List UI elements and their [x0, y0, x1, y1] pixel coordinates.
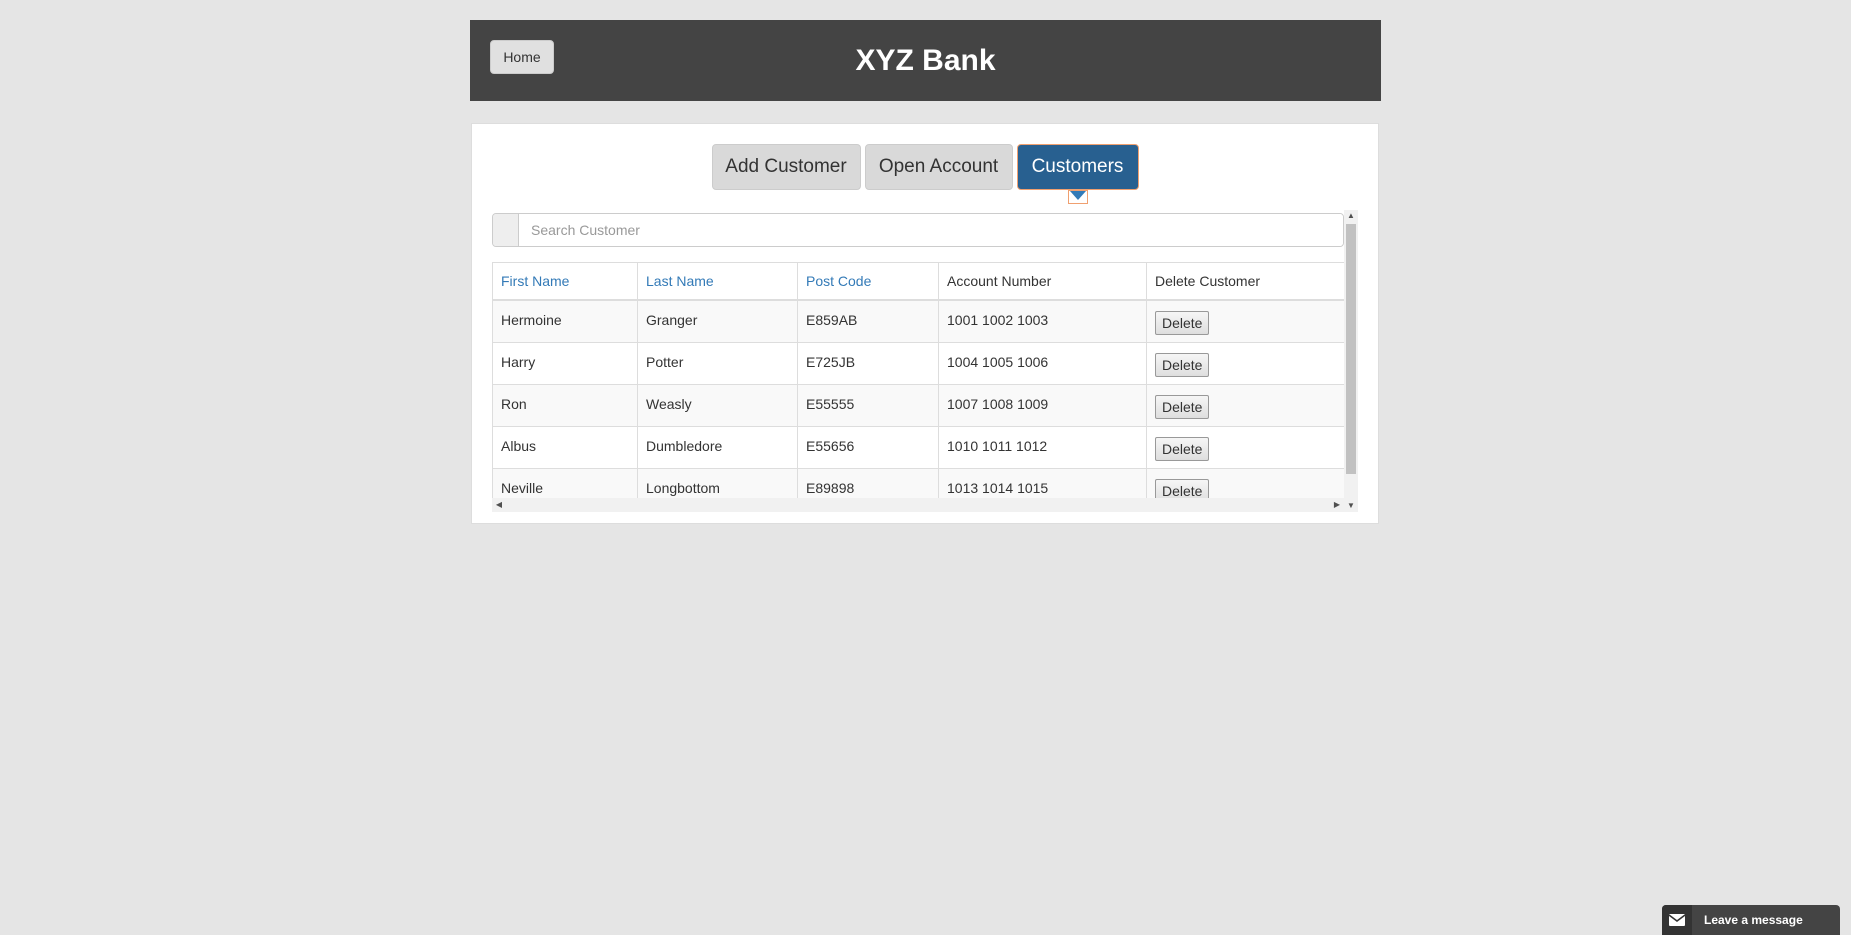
scroll-up-arrow-icon[interactable]: ▲ — [1344, 210, 1358, 222]
scroll-right-arrow-icon[interactable]: ▶ — [1330, 498, 1344, 512]
account-number-cell: 1007 1008 1009 — [938, 383, 1147, 427]
search-group — [492, 213, 1344, 247]
column-account-number: Account Number — [938, 262, 1147, 301]
last-name-cell: Granger — [637, 299, 798, 343]
scroll-left-arrow-icon[interactable]: ◀ — [492, 498, 506, 512]
table-header-row: First Name Last Name Post Code Account N… — [492, 262, 1345, 301]
delete-button[interactable]: Delete — [1155, 311, 1210, 335]
horizontal-scrollbar[interactable]: ◀ ▶ — [492, 498, 1344, 512]
first-name-cell: Harry — [492, 341, 638, 385]
open-account-tab[interactable]: Open Account — [864, 144, 1013, 190]
delete-cell: Delete — [1146, 341, 1345, 385]
table-row: Ron Weasly E55555 1007 1008 1009 Delete — [492, 383, 1345, 427]
customers-tab-label: Customers — [1031, 156, 1124, 177]
leave-message-widget[interactable]: Leave a message — [1662, 905, 1840, 935]
table-row: Harry Potter E725JB 1004 1005 1006 Delet… — [492, 341, 1345, 385]
table-row: Hermoine Granger E859AB 1001 1002 1003 D… — [492, 299, 1345, 343]
account-number-cell: 1004 1005 1006 — [938, 341, 1147, 385]
vertical-scroll-thumb[interactable] — [1346, 224, 1356, 474]
scroll-down-arrow-icon[interactable]: ▼ — [1344, 500, 1358, 512]
post-code-cell: E859AB — [797, 299, 939, 343]
column-last-name[interactable]: Last Name — [637, 262, 798, 301]
first-name-cell: Ron — [492, 383, 638, 427]
account-number-cell: 1001 1002 1003 — [938, 299, 1147, 343]
envelope-icon — [1662, 905, 1692, 935]
customers-table: First Name Last Name Post Code Account N… — [492, 262, 1345, 511]
last-name-cell: Potter — [637, 341, 798, 385]
customers-tab[interactable]: Customers — [1016, 144, 1139, 204]
post-code-cell: E55656 — [797, 425, 939, 469]
search-addon — [493, 214, 519, 246]
add-customer-tab[interactable]: Add Customer — [711, 144, 861, 190]
delete-button[interactable]: Delete — [1155, 394, 1210, 419]
column-first-name[interactable]: First Name — [492, 262, 638, 301]
delete-cell: Delete — [1146, 425, 1345, 469]
column-post-code[interactable]: Post Code — [797, 262, 939, 301]
post-code-cell: E725JB — [797, 341, 939, 385]
delete-button[interactable]: Delete — [1155, 436, 1210, 461]
search-customer-input[interactable] — [519, 214, 1343, 246]
first-name-cell: Hermoine — [492, 299, 638, 343]
customer-list-area: First Name Last Name Post Code Account N… — [492, 210, 1358, 512]
top-header: Home XYZ Bank — [470, 20, 1381, 101]
leave-message-label: Leave a message — [1704, 913, 1803, 927]
table-row: Albus Dumbledore E55656 1010 1011 1012 D… — [492, 425, 1345, 469]
vertical-scrollbar[interactable]: ▲ ▼ — [1344, 210, 1358, 512]
last-name-cell: Dumbledore — [637, 425, 798, 469]
manager-tabs: Add Customer Open Account Customers — [472, 144, 1378, 204]
delete-cell: Delete — [1146, 383, 1345, 427]
home-button[interactable]: Home — [490, 40, 554, 74]
column-delete-customer: Delete Customer — [1146, 262, 1345, 301]
bank-title: XYZ Bank — [855, 43, 996, 77]
last-name-cell: Weasly — [637, 383, 798, 427]
first-name-cell: Albus — [492, 425, 638, 469]
delete-button[interactable]: Delete — [1155, 352, 1210, 377]
main-panel: Add Customer Open Account Customers Firs… — [471, 123, 1379, 524]
post-code-cell: E55555 — [797, 383, 939, 427]
active-tab-caret-icon — [1067, 190, 1088, 204]
account-number-cell: 1010 1011 1012 — [938, 425, 1147, 469]
delete-cell: Delete — [1146, 299, 1345, 343]
